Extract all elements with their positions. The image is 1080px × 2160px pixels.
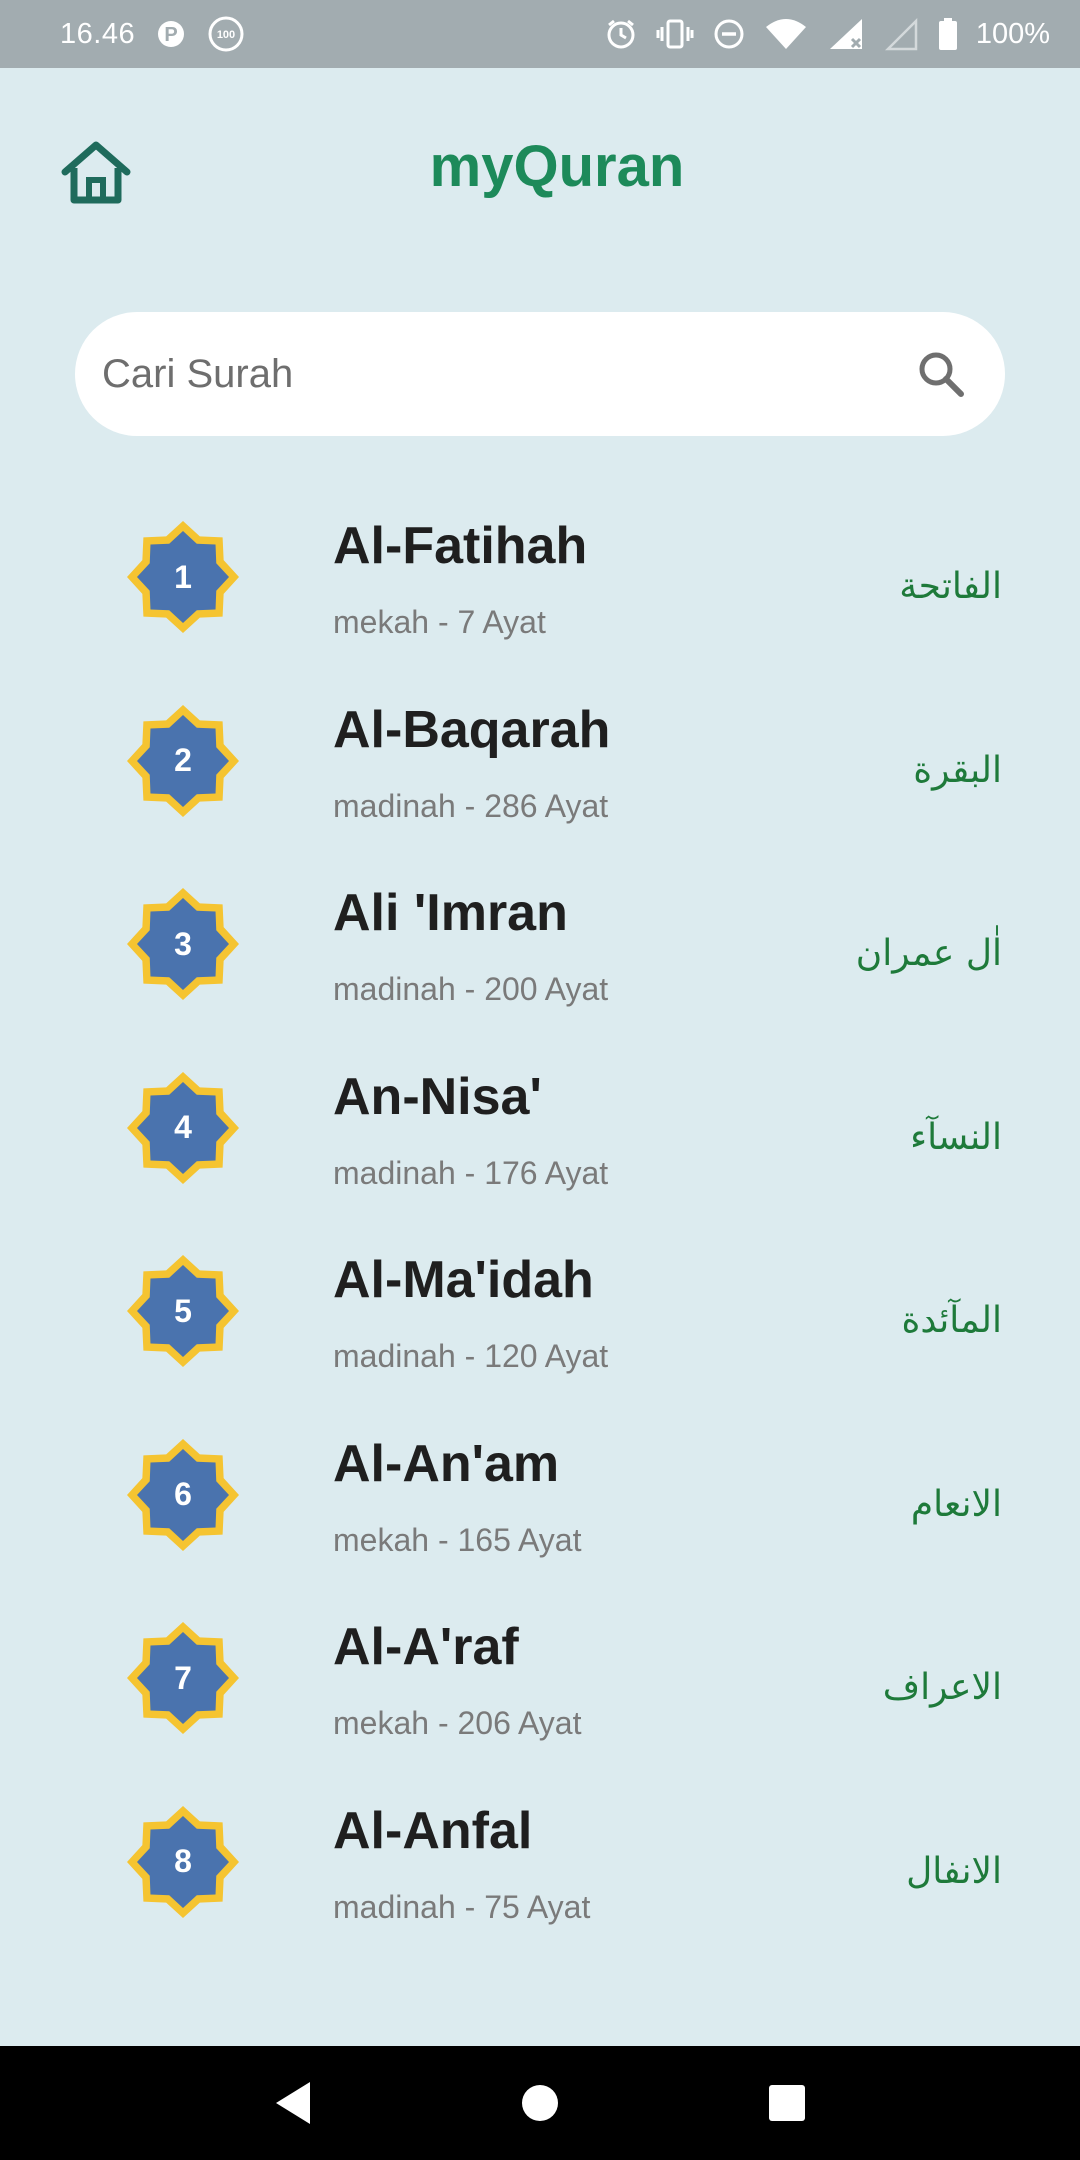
surah-number-badge: 1 [126,520,240,634]
surah-arabic-name: الفاتحة [899,566,1002,607]
surah-number: 7 [174,1659,192,1696]
vibrate-icon [656,17,694,51]
surah-name: Al-Fatihah [333,517,588,575]
parking-icon: P [157,20,185,48]
surah-list-item[interactable]: 1 Al-Fatihah mekah - 7 Ayat الفاتحة [0,520,1080,704]
search-bar[interactable] [75,312,1005,436]
surah-number-badge: 4 [126,1071,240,1185]
search-icon[interactable] [915,348,967,400]
surah-name: An-Nisa' [333,1067,542,1126]
surah-name: Al-An'am [333,1434,560,1493]
search-input[interactable] [102,351,915,397]
surah-number: 6 [174,1476,192,1512]
svg-text:P: P [164,24,177,46]
surah-meta: mekah - 206 Ayat [333,1705,582,1741]
surah-list-item[interactable]: 4 An-Nisa' madinah - 176 Ayat النسآء [0,1071,1080,1255]
surah-name: Al-Anfal [333,1801,533,1860]
surah-arabic-name: الانعام [910,1483,1002,1525]
surah-list-item[interactable]: 6 Al-An'am mekah - 165 Ayat الانعام [0,1438,1080,1622]
surah-list-item[interactable]: 3 Ali 'Imran madinah - 200 Ayat اٰل عمران [0,887,1080,1071]
surah-arabic-name: النسآء [910,1116,1002,1158]
signal-icon [826,17,866,51]
surah-arabic-name: الانفال [906,1850,1002,1892]
surah-name: Al-Ma'idah [333,1251,594,1309]
surah-number-badge: 5 [126,1254,240,1368]
surah-meta: mekah - 165 Ayat [333,1521,582,1558]
surah-number-badge: 7 [126,1621,240,1735]
surah-meta: mekah - 7 Ayat [333,604,546,640]
surah-name: Al-A'raf [333,1618,519,1676]
recents-icon[interactable] [757,2073,817,2133]
badge-100-text: 100 [217,29,235,41]
back-icon[interactable] [263,2073,323,2133]
badge-100-icon: 100 [207,15,245,53]
surah-name: Al-Baqarah [333,700,611,759]
surah-arabic-name: الاعراف [882,1667,1002,1708]
surah-number: 4 [174,1109,192,1145]
surah-meta: madinah - 286 Ayat [333,787,609,824]
system-nav-bar [0,2046,1080,2160]
status-time: 16.46 [60,17,136,50]
surah-arabic-name: اٰل عمران [855,933,1002,974]
surah-meta: madinah - 75 Ayat [333,1888,591,1925]
surah-meta: madinah - 176 Ayat [333,1154,609,1191]
surah-arabic-name: البقرة [913,749,1002,791]
signal-empty-icon [884,17,920,51]
surah-number: 5 [174,1292,192,1329]
surah-list: 1 Al-Fatihah mekah - 7 Ayat الفاتحة 2 Al-Baqa… [0,520,1080,1988]
surah-arabic-name: المآئدة [901,1300,1002,1341]
alarm-icon [604,17,638,51]
surah-meta: madinah - 120 Ayat [333,1338,609,1374]
surah-number-badge: 8 [126,1805,240,1919]
status-bar: 16.46 P 100 100% [0,0,1080,68]
surah-name: Ali 'Imran [333,884,568,942]
surah-number-badge: 3 [126,887,240,1001]
dnd-icon [712,17,746,51]
home-circle-icon[interactable] [510,2073,570,2133]
app-header: myQuran [0,68,1080,268]
surah-list-item[interactable]: 5 Al-Ma'idah madinah - 120 Ayat المآئدة [0,1254,1080,1438]
battery-percentage: 100% [975,17,1050,50]
surah-number-badge: 2 [126,704,240,818]
surah-list-item[interactable]: 8 Al-Anfal madinah - 75 Ayat الانفال [0,1805,1080,1989]
app-title: myQuran [429,134,685,199]
surah-number-badge: 6 [126,1438,240,1552]
surah-number: 8 [174,1843,192,1879]
surah-number: 1 [174,558,192,595]
surah-meta: madinah - 200 Ayat [333,971,609,1007]
surah-list-item[interactable]: 7 Al-A'raf mekah - 206 Ayat الاعراف [0,1621,1080,1805]
surah-number: 2 [174,742,192,778]
wifi-icon [764,17,808,51]
battery-icon [938,17,958,51]
surah-list-item[interactable]: 2 Al-Baqarah madinah - 286 Ayat البقرة [0,704,1080,888]
surah-number: 3 [174,925,192,962]
